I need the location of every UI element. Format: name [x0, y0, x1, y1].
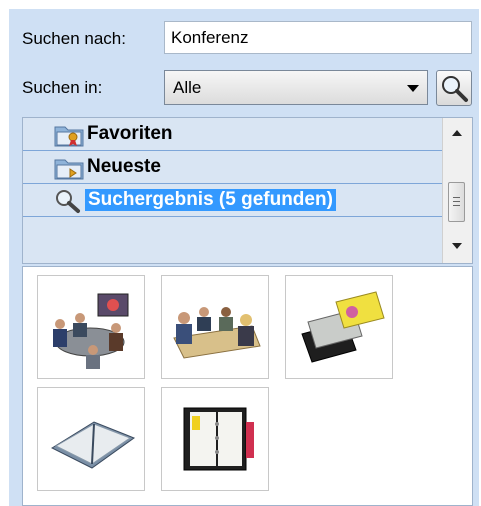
- list-item-label: Suchergebnis (5 gefunden): [85, 189, 336, 211]
- category-list: Favoriten Neueste Suchergebnis (5 gefund…: [22, 117, 473, 264]
- notebook-icon: [50, 421, 136, 469]
- business-meeting-icon: [173, 307, 261, 359]
- result-thumbnail[interactable]: [37, 275, 145, 379]
- folder-recent-icon: [54, 159, 84, 180]
- folder-favorites-icon: [54, 126, 84, 147]
- id-cards-icon: [301, 291, 385, 363]
- search-button[interactable]: [436, 70, 472, 106]
- category-scrollbar[interactable]: [442, 118, 472, 263]
- list-item-suchergebnis[interactable]: Suchergebnis (5 gefunden): [23, 184, 443, 217]
- search-label: Suchen nach:: [22, 29, 126, 48]
- scope-label: Suchen in:: [22, 78, 103, 97]
- list-item-favoriten[interactable]: Favoriten: [23, 118, 443, 151]
- list-item-neueste[interactable]: Neueste: [23, 151, 443, 184]
- list-item-label: Favoriten: [87, 123, 173, 144]
- scope-dropdown[interactable]: Alle: [164, 70, 428, 105]
- scope-selected: Alle: [173, 78, 202, 97]
- result-thumbnail[interactable]: [285, 275, 393, 379]
- chevron-down-icon: [407, 85, 419, 92]
- scrollbar-thumb[interactable]: [448, 182, 465, 222]
- results-gallery: [22, 266, 473, 506]
- list-item-label: Neueste: [87, 156, 161, 177]
- result-thumbnail[interactable]: [37, 387, 145, 491]
- search-input[interactable]: [164, 21, 472, 54]
- result-thumbnail[interactable]: [161, 387, 269, 491]
- scroll-down-icon[interactable]: [452, 243, 462, 249]
- conference-video-meeting-icon: [53, 293, 129, 369]
- magnifier-icon: [56, 190, 80, 213]
- magnifier-icon: [442, 76, 468, 102]
- scroll-up-icon[interactable]: [452, 130, 462, 136]
- planner-binder-icon: [183, 407, 254, 471]
- result-thumbnail[interactable]: [161, 275, 269, 379]
